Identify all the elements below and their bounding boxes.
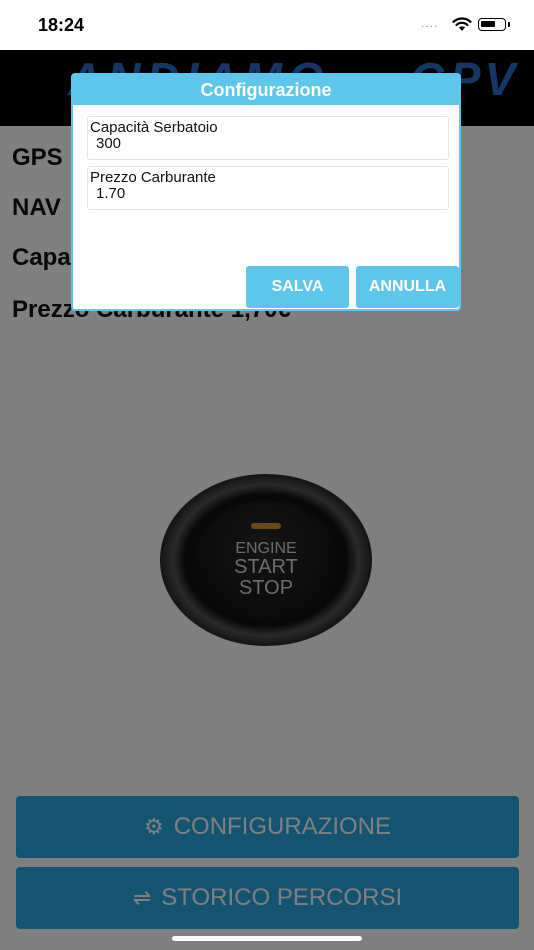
home-indicator <box>172 936 362 941</box>
battery-icon <box>478 18 506 31</box>
tank-capacity-label: Capacità Serbatoio <box>90 119 218 136</box>
save-button[interactable]: SALVA <box>246 266 349 308</box>
fuel-price-input[interactable] <box>96 185 396 202</box>
fuel-price-label: Prezzo Carburante <box>90 169 216 186</box>
status-bar: 18:24 ···· <box>0 0 534 50</box>
wifi-icon <box>452 17 472 31</box>
tank-capacity-field[interactable]: Capacità Serbatoio <box>87 116 449 160</box>
fuel-price-field[interactable]: Prezzo Carburante <box>87 166 449 210</box>
signal-icon: ···· <box>421 21 439 32</box>
tank-capacity-input[interactable] <box>96 135 396 152</box>
cancel-button[interactable]: ANNULLA <box>356 266 459 308</box>
battery-cap <box>508 22 510 27</box>
dialog-title: Configurazione <box>73 75 459 105</box>
status-time: 18:24 <box>38 15 85 35</box>
configuration-dialog: Configurazione Capacità Serbatoio Prezzo… <box>71 73 461 311</box>
